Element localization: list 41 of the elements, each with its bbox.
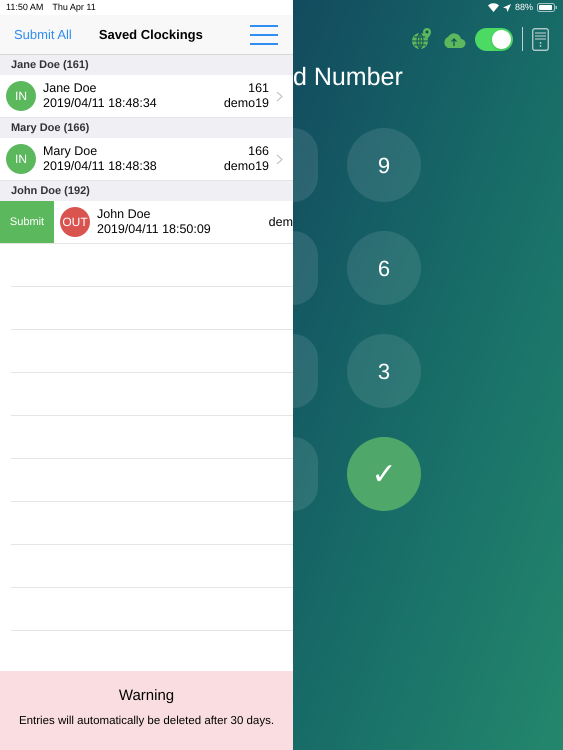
site-name: demo19 bbox=[224, 96, 269, 111]
section-header: Jane Doe (161) bbox=[11, 58, 89, 73]
status-time: 11:50 AM bbox=[6, 0, 44, 14]
status-badge: IN bbox=[6, 144, 36, 174]
clocking-time: 2019/04/11 18:48:38 bbox=[43, 159, 157, 174]
battery-icon bbox=[537, 3, 557, 12]
location-arrow-icon bbox=[502, 4, 511, 12]
clocking-row[interactable]: IN Mary Doe 2019/04/11 18:48:38 166 demo19 bbox=[0, 138, 293, 180]
site-name: demo19 bbox=[224, 159, 269, 174]
section-header: Mary Doe (166) bbox=[11, 120, 90, 136]
nav-title: Saved Clockings bbox=[98, 26, 203, 44]
section-header: John Doe (192) bbox=[11, 184, 90, 199]
employee-name: Mary Doe bbox=[43, 144, 98, 159]
warning-title: Warning bbox=[118, 686, 174, 706]
menu-icon[interactable] bbox=[250, 24, 278, 44]
battery-percent: 88% bbox=[514, 0, 533, 14]
employee-name: Jane Doe bbox=[43, 81, 98, 96]
clocking-time: 2019/04/11 18:50:09 bbox=[97, 222, 211, 237]
warning-text: Entries will automatically be deleted after 30 days. bbox=[18, 714, 274, 729]
clocking-row[interactable]: IN Jane Doe 2019/04/11 18:48:34 161 demo19 bbox=[0, 75, 293, 117]
wifi-icon bbox=[488, 3, 499, 12]
sync-toggle[interactable] bbox=[475, 28, 513, 50]
keypad-key[interactable]: 3 bbox=[347, 334, 421, 408]
employee-name: John Doe bbox=[97, 207, 152, 222]
status-date: Thu Apr 11 bbox=[52, 0, 96, 14]
employee-number: 161 bbox=[248, 81, 269, 96]
site-name: dem bbox=[268, 214, 293, 230]
keypad-key[interactable]: 9 bbox=[347, 128, 421, 202]
cloud-upload-icon[interactable] bbox=[442, 30, 466, 48]
keypad-title: d Number bbox=[293, 62, 404, 92]
status-badge: IN bbox=[6, 81, 36, 111]
chevron-icon bbox=[276, 154, 283, 164]
employee-number: 166 bbox=[248, 144, 269, 159]
confirm-key[interactable]: ✓ bbox=[347, 437, 421, 511]
chevron-icon bbox=[276, 90, 283, 102]
submit-all-button[interactable]: Submit All bbox=[14, 24, 72, 44]
server-icon[interactable] bbox=[532, 28, 549, 50]
status-badge: OUT bbox=[60, 207, 90, 237]
clocking-time: 2019/04/11 18:48:34 bbox=[43, 96, 157, 111]
globe-pin-icon[interactable] bbox=[411, 28, 433, 50]
keypad-key[interactable]: 6 bbox=[347, 231, 421, 305]
